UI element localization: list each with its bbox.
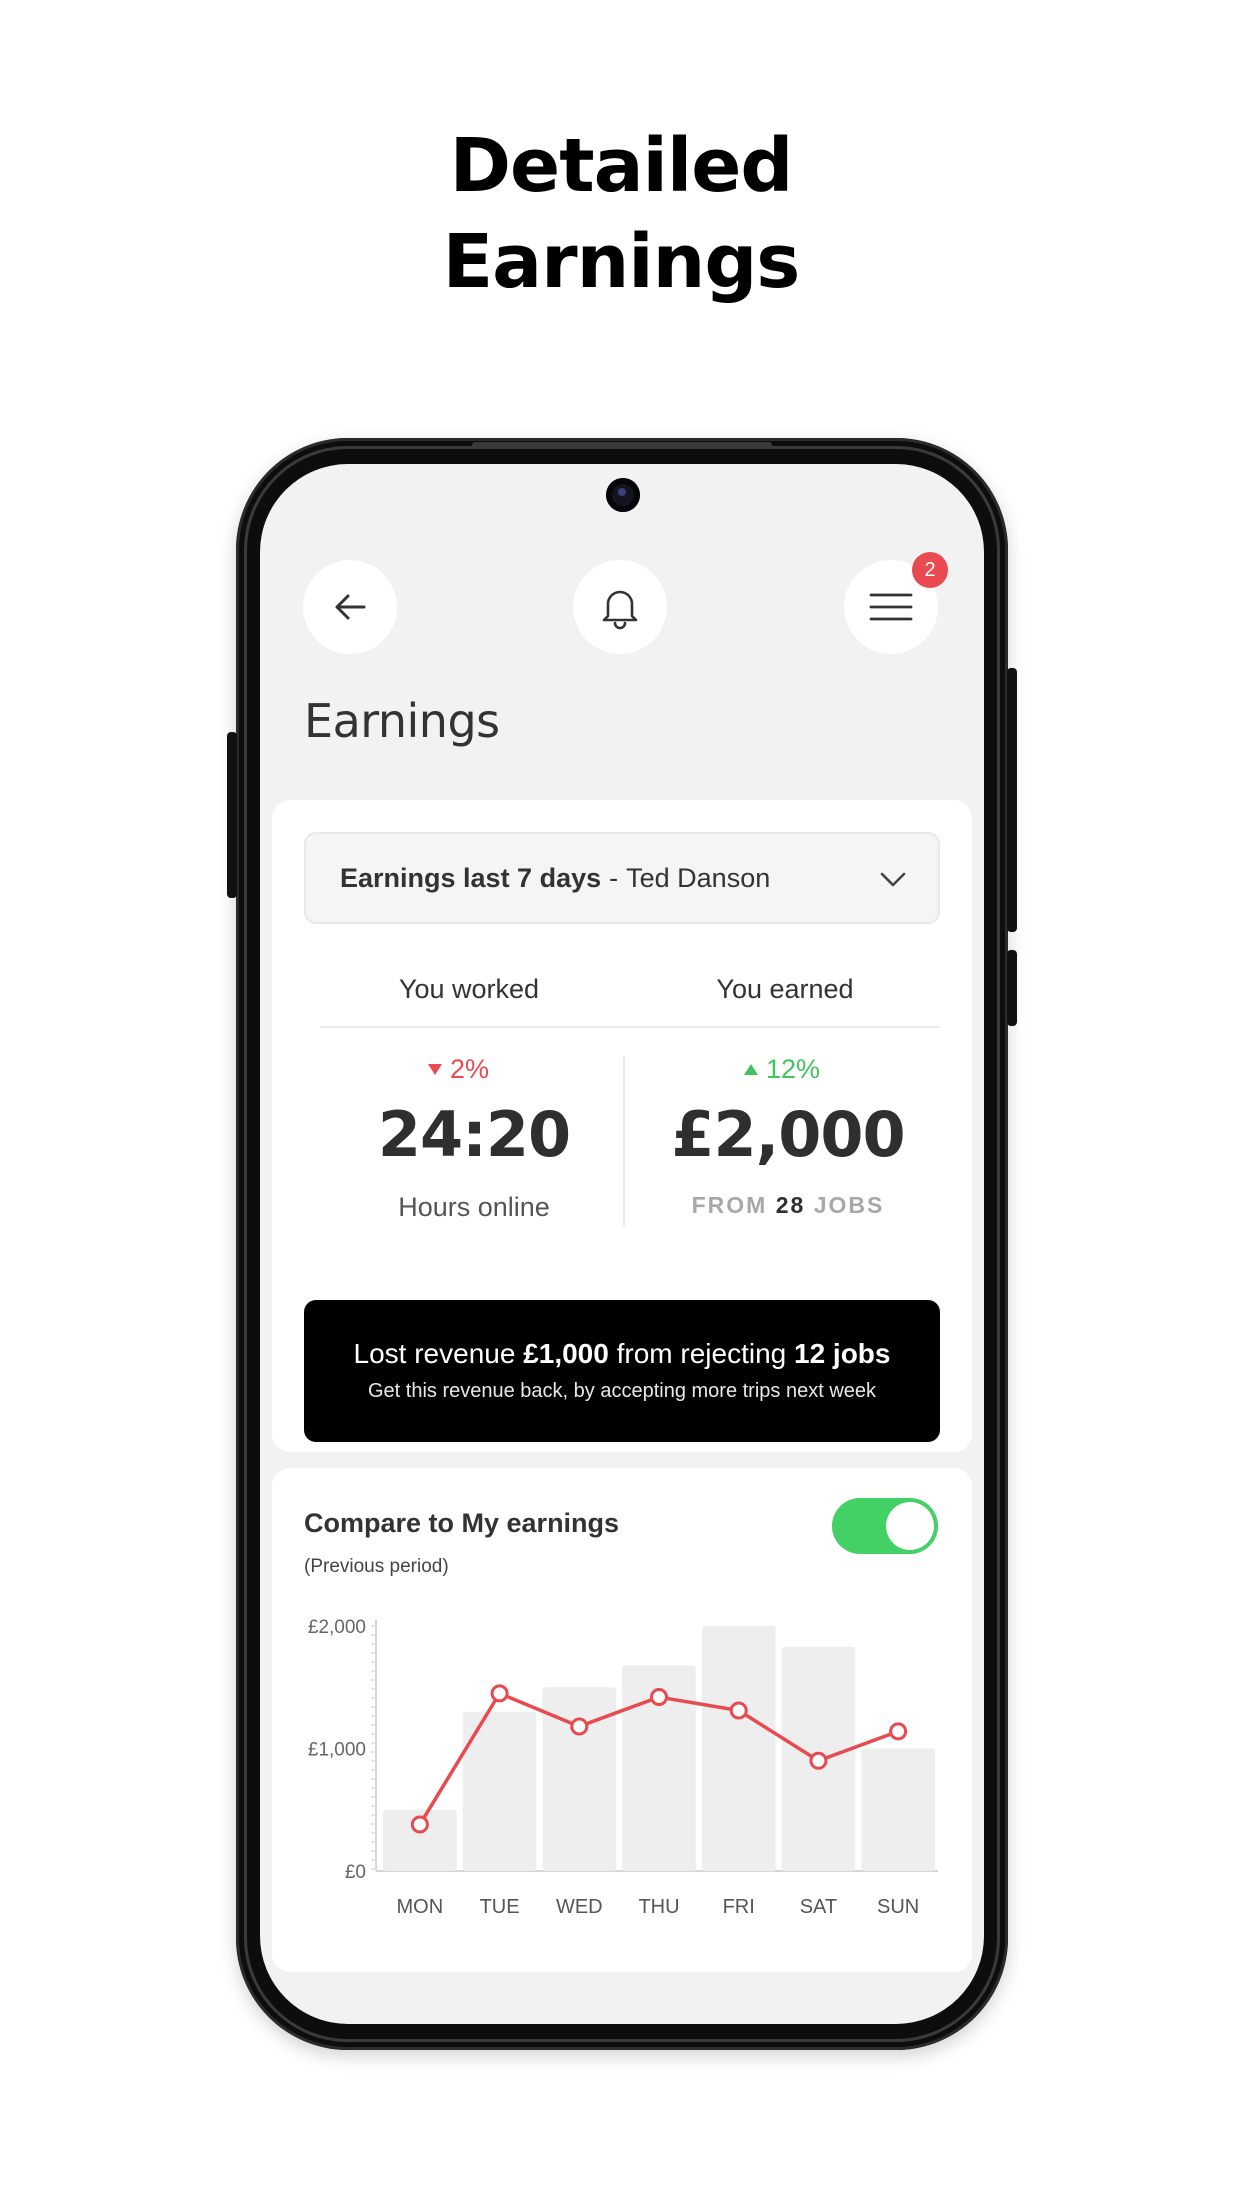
triangle-up-icon	[744, 1064, 758, 1075]
phone-screen: 2 Earnings Earnings last 7 days - Ted Da…	[260, 464, 984, 2024]
x-tick-label: SAT	[800, 1896, 837, 1918]
x-tick-label: TUE	[480, 1896, 520, 1918]
line-point-sun	[889, 1722, 908, 1741]
headline: Detailed Earnings	[0, 118, 1242, 310]
phone-side-button-left	[227, 732, 237, 898]
earned-delta-value: 12%	[766, 1054, 821, 1084]
dropdown-period-label: Earnings last 7 days	[340, 862, 602, 893]
earned-delta: 12%	[744, 1054, 820, 1085]
front-camera	[606, 478, 640, 512]
x-tick-label: SUN	[877, 1896, 919, 1918]
headline-line-1: Detailed	[449, 123, 794, 209]
compare-toggle[interactable]	[832, 1498, 938, 1554]
headline-line-2: Earnings	[442, 219, 801, 305]
phone-frame: 2 Earnings Earnings last 7 days - Ted Da…	[227, 438, 1017, 2050]
x-tick-label: THU	[638, 1896, 679, 1918]
line-point-tue	[490, 1684, 509, 1703]
notifications-button[interactable]	[573, 560, 667, 654]
compare-earnings-card: Compare to My earnings (Previous period)…	[272, 1468, 972, 1972]
x-tick-label: MON	[397, 1896, 444, 1918]
lost-revenue-mid: from rejecting	[608, 1338, 794, 1369]
line-point-thu	[650, 1688, 668, 1707]
rejected-jobs-count: 12 jobs	[794, 1338, 891, 1369]
arrow-left-icon	[335, 594, 366, 620]
hours-delta: 2%	[428, 1054, 489, 1085]
jobs-count: 28	[775, 1192, 806, 1218]
lost-revenue-subtext: Get this revenue back, by accepting more…	[367, 1380, 877, 1402]
page-title: Earnings	[304, 694, 500, 748]
compare-title: Compare to My earnings	[304, 1508, 620, 1538]
back-button[interactable]	[303, 560, 397, 654]
jobs-from-label: FROM	[691, 1192, 768, 1218]
you-earned-label: You earned	[716, 974, 854, 1004]
earnings-summary-card: Earnings last 7 days - Ted Danson You wo…	[272, 800, 972, 1452]
earned-value: £2,000	[671, 1098, 905, 1171]
bar-sun	[861, 1748, 935, 1871]
lost-revenue-prefix: Lost revenue	[353, 1338, 524, 1369]
hours-online-caption: Hours online	[398, 1192, 550, 1222]
x-tick-label: FRI	[723, 1896, 755, 1918]
x-tick-label: WED	[556, 1896, 603, 1918]
earnings-period-dropdown[interactable]: Earnings last 7 days - Ted Danson	[304, 832, 940, 924]
line-point-wed	[570, 1717, 589, 1736]
y-tick-label: £2,000	[308, 1617, 366, 1638]
line-point-fri	[729, 1701, 748, 1720]
lost-revenue-message: Lost revenue £1,000 from rejecting 12 jo…	[304, 1338, 940, 1370]
toggle-knob	[886, 1502, 934, 1550]
line-point-mon	[410, 1815, 429, 1834]
bar-fri	[701, 1626, 776, 1871]
you-worked-label: You worked	[398, 974, 540, 1004]
compare-subtitle: (Previous period)	[304, 1556, 449, 1577]
notification-badge: 2	[912, 552, 948, 588]
dropdown-person-name: Ted Danson	[626, 862, 771, 893]
y-tick-label: £0	[345, 1862, 366, 1883]
hours-delta-value: 2%	[450, 1054, 490, 1084]
chevron-down-icon	[880, 872, 906, 887]
phone-speaker	[472, 442, 772, 448]
stats-divider-horizontal	[320, 1026, 940, 1028]
y-tick-label: £1,000	[308, 1740, 366, 1761]
jobs-word-label: JOBS	[813, 1192, 885, 1218]
dropdown-separator: -	[609, 862, 619, 893]
jobs-count-caption: FROM 28 JOBS	[638, 1192, 938, 1219]
earnings-chart: £0 £1,000 £2,000 MON TUE WED THU FRI SAT SUN	[308, 1617, 938, 1918]
phone-volume-button	[1007, 950, 1017, 1026]
bell-icon	[602, 590, 638, 630]
hamburger-menu-icon	[869, 593, 913, 621]
lost-revenue-amount: £1,000	[523, 1338, 609, 1369]
phone-power-button	[1007, 668, 1017, 932]
lost-revenue-banner: Lost revenue £1,000 from rejecting 12 jo…	[304, 1300, 940, 1442]
hours-online-value: 24:20	[377, 1098, 571, 1171]
line-point-sat	[809, 1751, 828, 1770]
triangle-down-icon	[428, 1064, 442, 1075]
